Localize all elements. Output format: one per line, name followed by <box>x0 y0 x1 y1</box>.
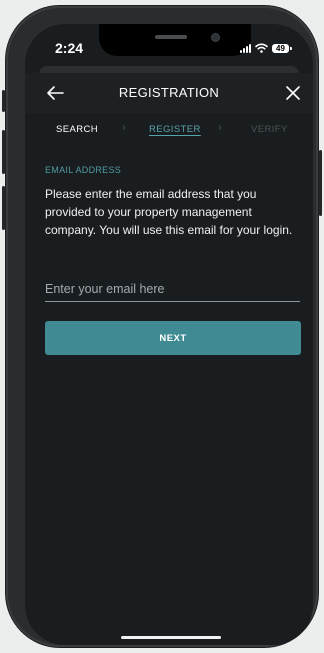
speaker <box>155 35 187 39</box>
app-screen: 2:24 49 REGISTRATION SEARCH › REGISTER ›… <box>25 24 313 645</box>
app-header: REGISTRATION <box>25 73 313 113</box>
front-camera <box>211 33 220 42</box>
chevron-right-icon: › <box>218 122 222 134</box>
close-button[interactable] <box>281 81 305 105</box>
step-verify: VERIFY <box>251 124 288 135</box>
power-button <box>319 150 322 216</box>
notch <box>99 24 251 56</box>
next-button[interactable]: NEXT <box>45 321 301 355</box>
email-input[interactable] <box>45 277 300 302</box>
email-instructions: Please enter the email address that you … <box>45 187 293 237</box>
status-time: 2:24 <box>55 40 84 56</box>
signal-icon <box>240 43 251 53</box>
step-search: SEARCH <box>56 124 98 135</box>
chevron-right-icon: › <box>122 122 126 134</box>
status-icons: 49 <box>240 43 292 53</box>
volume-up-button <box>2 130 5 174</box>
email-section-label: EMAIL ADDRESS <box>45 165 122 175</box>
action-button <box>2 90 5 112</box>
close-icon <box>286 86 300 100</box>
home-indicator <box>121 636 221 639</box>
step-register: REGISTER <box>149 124 201 135</box>
battery-icon: 49 <box>272 43 292 53</box>
phone-frame: 2:24 49 REGISTRATION SEARCH › REGISTER ›… <box>2 6 322 647</box>
registration-stepper: SEARCH › REGISTER › VERIFY <box>25 120 313 144</box>
wifi-icon <box>255 43 268 53</box>
page-title: REGISTRATION <box>118 85 220 100</box>
volume-down-button <box>2 186 5 230</box>
